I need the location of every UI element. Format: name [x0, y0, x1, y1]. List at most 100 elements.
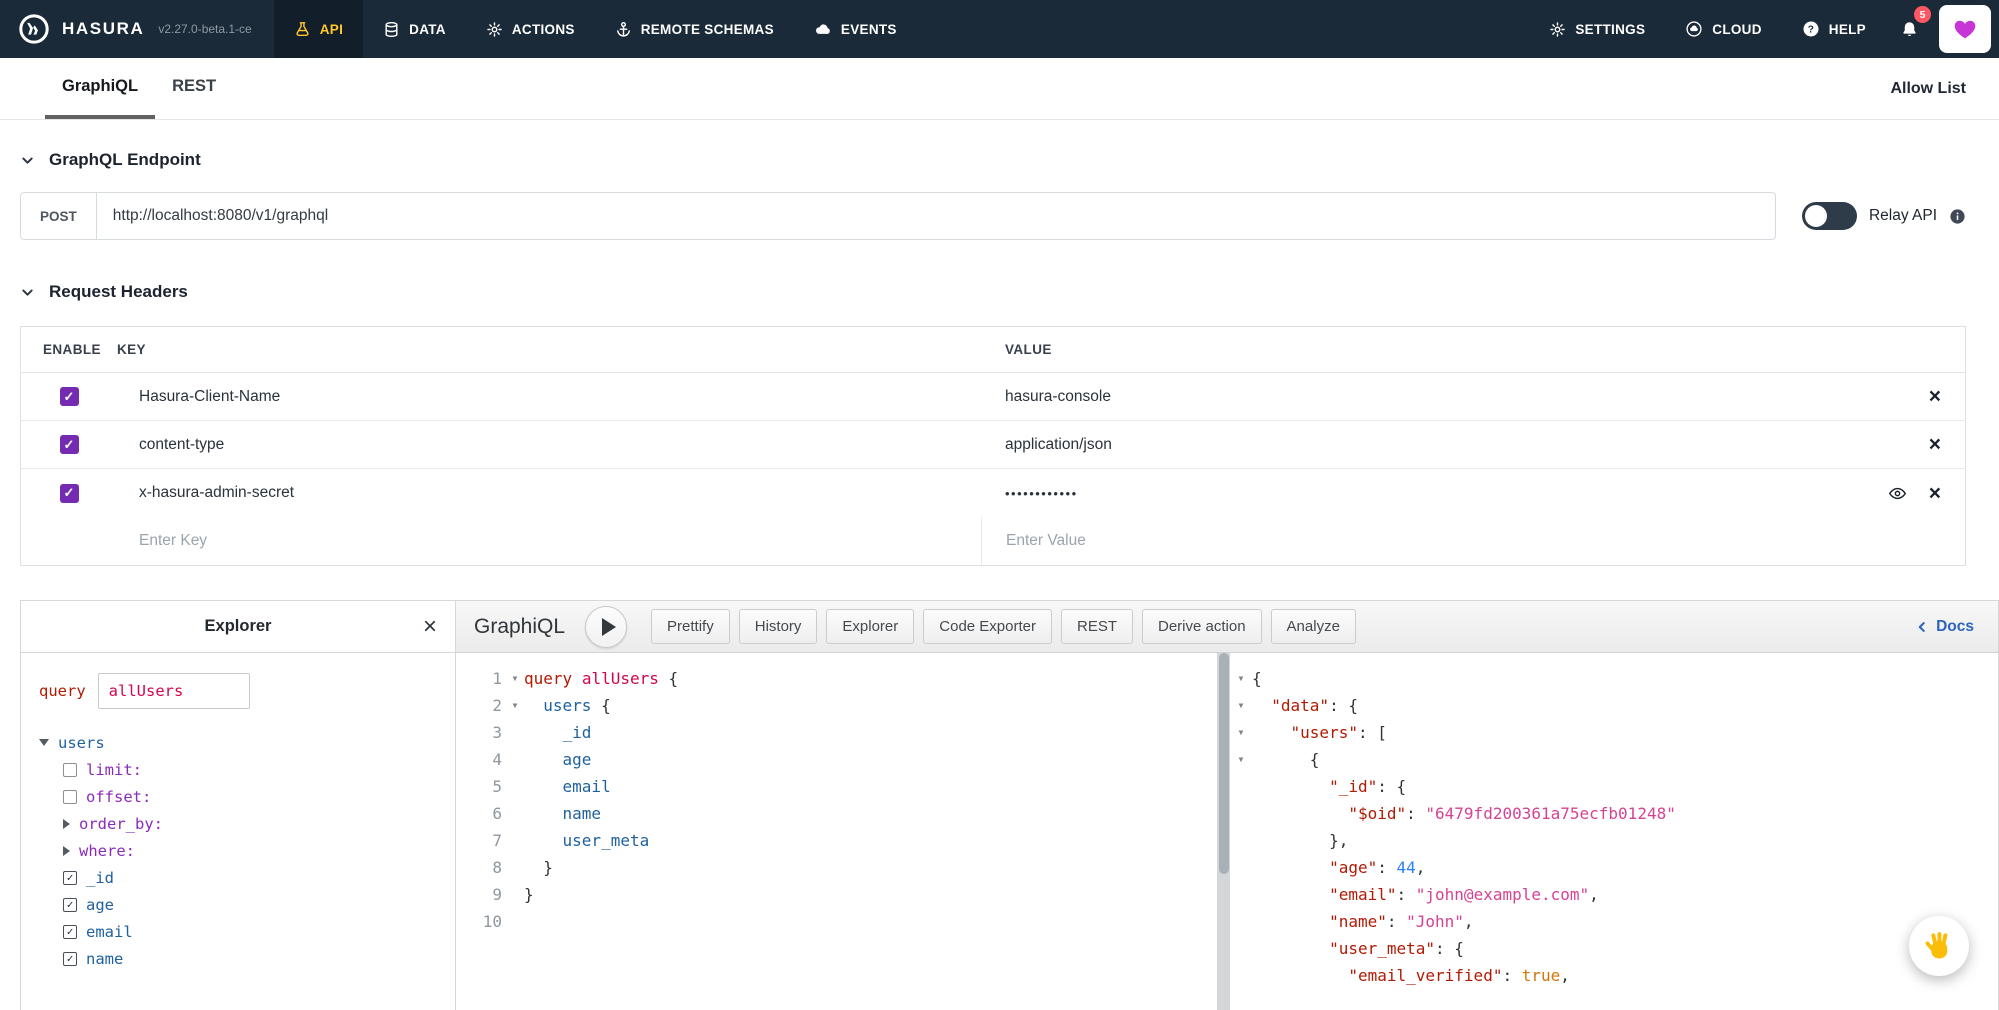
- tab-rest[interactable]: REST: [155, 58, 233, 119]
- graphiql-toolbar: GraphiQL PrettifyHistoryExplorerCode Exp…: [456, 601, 1998, 653]
- nav-item-events[interactable]: EVENTS: [794, 0, 917, 58]
- explorer-node-users[interactable]: users: [39, 729, 437, 756]
- api-page: GraphQL Endpoint POST Relay API Request …: [0, 120, 1999, 1010]
- query-line: 7 user_meta: [456, 827, 1230, 854]
- endpoint-url-input[interactable]: [97, 207, 1775, 225]
- eye-icon[interactable]: [1888, 484, 1907, 503]
- remove-header-icon[interactable]: ×: [1929, 483, 1941, 504]
- explorer-node-email[interactable]: ✓ email: [63, 918, 437, 945]
- bell-icon: [1900, 20, 1919, 39]
- nav-item-label: EVENTS: [841, 22, 897, 37]
- response-code: "age": 44,: [1252, 854, 1425, 881]
- checkbox-checked-icon[interactable]: ✓: [63, 925, 77, 939]
- scrollbar-thumb[interactable]: [1219, 653, 1229, 874]
- explorer-query-row: query: [39, 673, 437, 709]
- fold-icon[interactable]: ▾: [506, 692, 524, 719]
- help-circle-icon: ?: [1802, 20, 1820, 38]
- explorer-node-where-[interactable]: where:: [63, 837, 437, 864]
- close-icon[interactable]: ×: [423, 613, 437, 641]
- fold-icon[interactable]: ▾: [1230, 746, 1252, 773]
- fold-icon[interactable]: ▾: [1230, 665, 1252, 692]
- editor-scrollbar[interactable]: [1217, 653, 1230, 1010]
- query-keyword-label: query: [39, 682, 86, 700]
- toolbar-button-derive-action[interactable]: Derive action: [1142, 609, 1262, 644]
- query-code: email: [524, 773, 611, 800]
- caret-right-icon[interactable]: [63, 819, 70, 829]
- toolbar-button-analyze[interactable]: Analyze: [1271, 609, 1356, 644]
- explorer-node-age[interactable]: ✓age: [63, 891, 437, 918]
- header-enabled-checkbox[interactable]: ✓: [60, 387, 79, 406]
- toolbar-button-prettify[interactable]: Prettify: [651, 609, 730, 644]
- nav-item-actions[interactable]: ACTIONS: [466, 0, 595, 58]
- nav-item-cloud[interactable]: CLOUD: [1665, 0, 1782, 58]
- checkbox-checked-icon[interactable]: ✓: [63, 898, 77, 912]
- new-header-key-input[interactable]: [139, 532, 981, 550]
- relay-toggle[interactable]: [1802, 202, 1857, 230]
- whats-new-button[interactable]: [1939, 5, 1991, 53]
- explorer-node-label: limit:: [86, 761, 142, 779]
- nav-item-help[interactable]: ?HELP: [1782, 0, 1886, 58]
- header-enabled-checkbox[interactable]: ✓: [60, 435, 79, 454]
- query-code: age: [524, 746, 591, 773]
- tab-graphiql[interactable]: GraphiQL: [45, 58, 155, 119]
- explorer-node-name[interactable]: ✓name: [63, 945, 437, 972]
- nav-item-api[interactable]: API: [274, 0, 363, 58]
- nav-item-data[interactable]: DATA: [363, 0, 466, 58]
- cloud-icon: [814, 20, 832, 38]
- response-viewer[interactable]: ▾{▾ "data": {▾ "users": [▾ { "_id": { "$…: [1230, 653, 1998, 1010]
- response-code: {: [1252, 746, 1319, 773]
- chevron-down-icon[interactable]: [20, 153, 35, 168]
- toolbar-button-rest[interactable]: REST: [1061, 609, 1133, 644]
- line-number: 2: [456, 692, 506, 719]
- fold-icon[interactable]: ▾: [1230, 692, 1252, 719]
- toolbar-button-history[interactable]: History: [739, 609, 818, 644]
- explorer-node-limit-[interactable]: limit:: [63, 756, 437, 783]
- explorer-node--id[interactable]: ✓_id: [63, 864, 437, 891]
- nav-item-remote-schemas[interactable]: REMOTE SCHEMAS: [595, 0, 794, 58]
- chat-widget-button[interactable]: [1909, 916, 1969, 976]
- fold-icon[interactable]: ▾: [506, 665, 524, 692]
- toolbar-button-code-exporter[interactable]: Code Exporter: [923, 609, 1052, 644]
- brand[interactable]: HASURA v2.27.0-beta.1-ce: [0, 0, 274, 58]
- toolbar-button-explorer[interactable]: Explorer: [826, 609, 914, 644]
- checkbox-unchecked-icon[interactable]: [63, 763, 77, 777]
- checkbox-unchecked-icon[interactable]: [63, 790, 77, 804]
- remove-header-icon[interactable]: ×: [1929, 434, 1941, 455]
- response-code: "$oid": "6479fd200361a75ecfb01248": [1252, 800, 1676, 827]
- chevron-down-icon[interactable]: [20, 285, 35, 300]
- header-enabled-checkbox[interactable]: ✓: [60, 484, 79, 503]
- line-number: 6: [456, 800, 506, 827]
- response-line: ▾ "data": {: [1230, 692, 1998, 719]
- explorer-node-offset-[interactable]: offset:: [63, 783, 437, 810]
- execute-query-button[interactable]: [585, 606, 627, 648]
- docs-link[interactable]: Docs: [1915, 618, 1980, 636]
- query-lines: 1▾query allUsers {2▾ users {3 _id4 age5 …: [456, 665, 1230, 1010]
- query-line: 3 _id: [456, 719, 1230, 746]
- fold-icon: [1230, 908, 1252, 935]
- fold-icon[interactable]: ▾: [1230, 719, 1252, 746]
- response-line: ▾ {: [1230, 746, 1998, 773]
- fold-icon: [506, 719, 524, 746]
- anchor-icon: [615, 21, 632, 38]
- enable-cell: ✓: [21, 484, 117, 503]
- response-line: "age": 44,: [1230, 854, 1998, 881]
- nav-item-settings[interactable]: SETTINGS: [1529, 0, 1665, 58]
- caret-down-icon[interactable]: [39, 739, 49, 746]
- caret-right-icon[interactable]: [63, 846, 70, 856]
- explorer-node-label: email: [86, 923, 133, 941]
- explorer-node-order-by-[interactable]: order_by:: [63, 810, 437, 837]
- graphiql-panes: 1▾query allUsers {2▾ users {3 _id4 age5 …: [456, 653, 1998, 1010]
- notifications-button[interactable]: 5: [1886, 0, 1933, 58]
- allow-list-link[interactable]: Allow List: [1890, 58, 1966, 119]
- query-editor[interactable]: 1▾query allUsers {2▾ users {3 _id4 age5 …: [456, 653, 1230, 1010]
- query-line: 6 name: [456, 800, 1230, 827]
- checkbox-checked-icon[interactable]: ✓: [63, 871, 77, 885]
- explorer-node-label: order_by:: [79, 815, 163, 833]
- query-name-input[interactable]: [98, 673, 250, 709]
- explorer-title: Explorer: [205, 617, 272, 636]
- new-header-value-input[interactable]: [1006, 532, 1941, 550]
- checkbox-checked-icon[interactable]: ✓: [63, 952, 77, 966]
- heart-icon: [1952, 16, 1978, 42]
- info-icon[interactable]: [1949, 208, 1966, 225]
- remove-header-icon[interactable]: ×: [1929, 386, 1941, 407]
